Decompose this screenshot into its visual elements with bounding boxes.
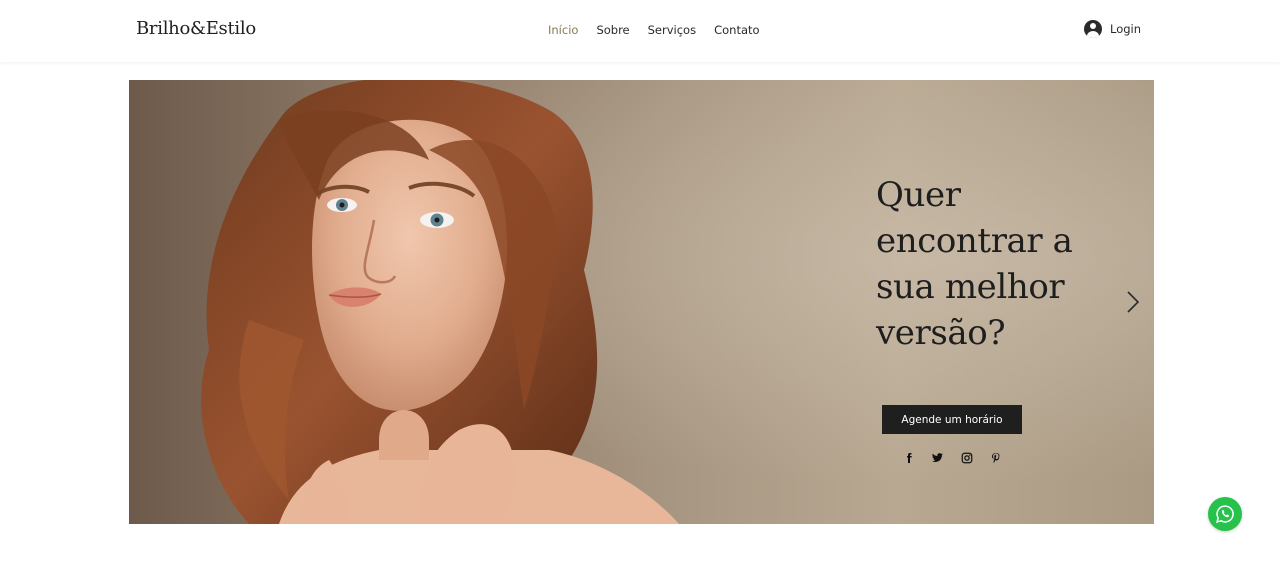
headline-line: versão? bbox=[876, 313, 1006, 353]
hero-slideshow: Quer encontrar a sua melhor versão? Agen… bbox=[129, 80, 1154, 524]
pinterest-icon[interactable] bbox=[988, 450, 1003, 465]
social-bar bbox=[901, 450, 1003, 465]
nav-item-contato[interactable]: Contato bbox=[714, 23, 759, 37]
nav-item-servicos[interactable]: Serviços bbox=[648, 23, 696, 37]
main-nav: Início Sobre Serviços Contato bbox=[548, 23, 778, 37]
login-label: Login bbox=[1110, 22, 1142, 36]
brand-logo[interactable]: Brilho&Estilo bbox=[136, 18, 256, 39]
facebook-icon[interactable] bbox=[901, 450, 916, 465]
slideshow-next-arrow-icon[interactable] bbox=[1122, 289, 1144, 315]
headline-line: sua melhor bbox=[876, 267, 1065, 307]
login-button[interactable]: Login bbox=[1084, 20, 1141, 38]
whatsapp-chat-button[interactable] bbox=[1208, 497, 1242, 531]
nav-item-inicio[interactable]: Início bbox=[548, 23, 578, 37]
hero-headline: Quer encontrar a sua melhor versão? bbox=[876, 172, 1136, 356]
book-appointment-button[interactable]: Agende um horário bbox=[882, 405, 1022, 434]
nav-item-sobre[interactable]: Sobre bbox=[596, 23, 629, 37]
user-avatar-icon bbox=[1084, 20, 1102, 38]
hero-portrait-image bbox=[201, 80, 679, 524]
headline-line: Quer bbox=[876, 175, 961, 215]
twitter-icon[interactable] bbox=[930, 450, 945, 465]
instagram-icon[interactable] bbox=[959, 450, 974, 465]
headline-line: encontrar a bbox=[876, 221, 1073, 261]
whatsapp-icon bbox=[1216, 505, 1234, 523]
site-header: Brilho&Estilo Início Sobre Serviços Cont… bbox=[0, 0, 1280, 62]
